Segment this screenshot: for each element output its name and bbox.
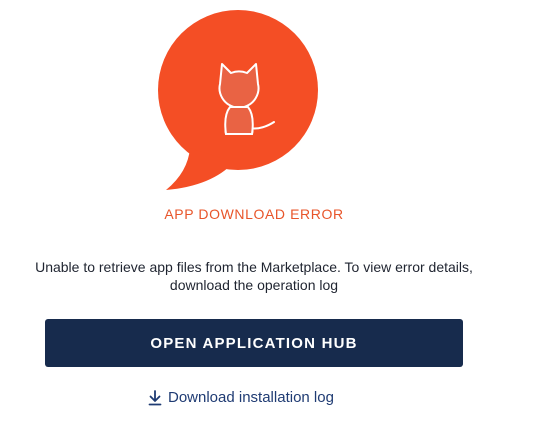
download-installation-log-link[interactable]: Download installation log: [148, 389, 334, 406]
error-page: APP DOWNLOAD ERROR Unable to retrieve ap…: [0, 0, 534, 427]
error-message: Unable to retrieve app files from the Ma…: [35, 259, 473, 293]
open-application-hub-button[interactable]: OPEN APPLICATION HUB: [45, 319, 463, 367]
download-installation-log-label: Download installation log: [168, 389, 334, 406]
open-application-hub-label: OPEN APPLICATION HUB: [150, 334, 358, 352]
download-icon: [148, 389, 162, 406]
error-title: APP DOWNLOAD ERROR: [164, 206, 344, 222]
cat-speech-bubble-icon: [150, 0, 330, 195]
